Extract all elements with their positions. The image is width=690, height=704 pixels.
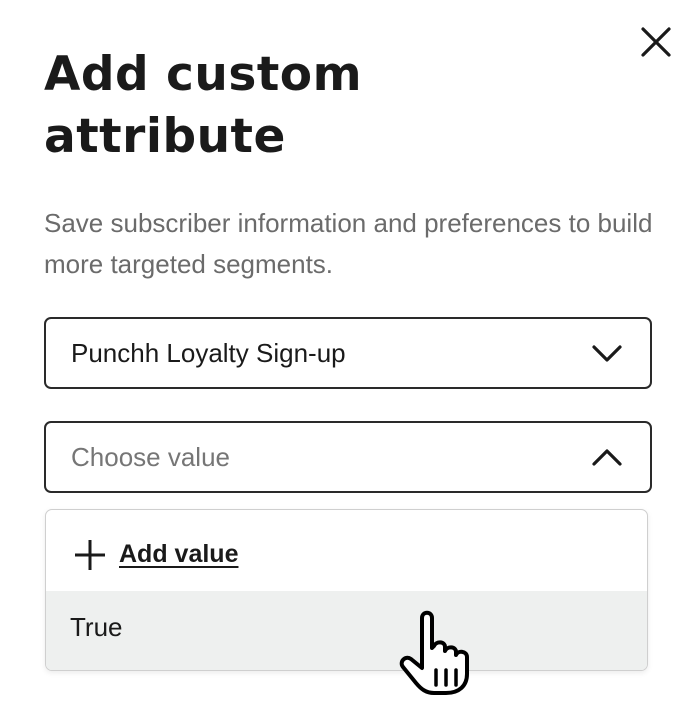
close-button[interactable] xyxy=(636,22,676,62)
close-icon xyxy=(641,27,671,57)
chevron-up-icon xyxy=(592,449,622,466)
value-select-placeholder: Choose value xyxy=(71,442,230,472)
attribute-select-value: Punchh Loyalty Sign-up xyxy=(71,338,346,368)
chevron-down-icon xyxy=(592,345,622,362)
add-value-label: Add value xyxy=(119,540,239,568)
plus-icon xyxy=(75,540,105,570)
value-dropdown-menu: Add value True xyxy=(45,509,648,671)
value-select[interactable]: Choose value xyxy=(44,421,652,493)
dialog-description: Save subscriber information and preferen… xyxy=(44,208,653,279)
add-value-button[interactable]: Add value xyxy=(46,510,647,591)
option-label: True xyxy=(70,612,123,642)
dialog-title: Add custom attribute xyxy=(44,47,363,164)
attribute-select[interactable]: Punchh Loyalty Sign-up xyxy=(44,317,652,389)
dropdown-option-true[interactable]: True xyxy=(46,591,647,670)
add-custom-attribute-panel: Add custom attribute Save subscriber inf… xyxy=(0,0,690,704)
